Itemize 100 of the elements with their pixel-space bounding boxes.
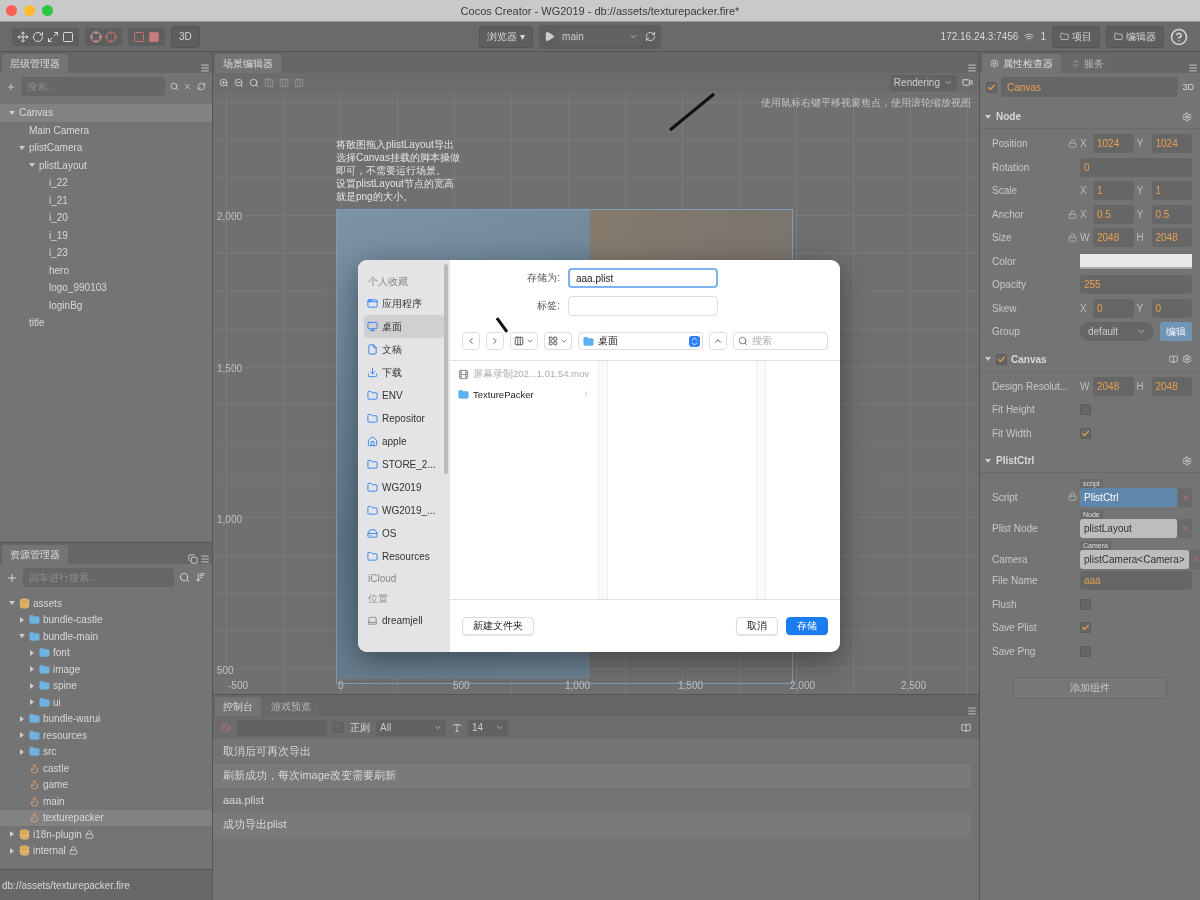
number-field[interactable]: 1 bbox=[1093, 181, 1134, 201]
input-field[interactable]: 255 bbox=[1080, 275, 1192, 295]
asset-item[interactable]: ui bbox=[0, 694, 212, 711]
checkbox[interactable] bbox=[1080, 404, 1091, 416]
sidebar-item[interactable]: ENV bbox=[364, 384, 444, 407]
sidebar-item[interactable]: 应用程序 bbox=[364, 292, 444, 315]
help-icon[interactable] bbox=[1170, 27, 1188, 46]
number-field[interactable]: 2048 bbox=[1093, 228, 1134, 248]
checkbox[interactable] bbox=[1080, 598, 1091, 610]
collapsed-arrow-icon[interactable] bbox=[18, 615, 26, 624]
asset-item[interactable]: i18n-plugin bbox=[0, 826, 212, 843]
preview-platform-button[interactable]: 浏览器 ▾ bbox=[479, 25, 534, 48]
sidebar-item[interactable]: Resources bbox=[364, 545, 444, 568]
number-field[interactable]: 2048 bbox=[1151, 228, 1192, 248]
node-name-field[interactable]: Canvas bbox=[1001, 77, 1179, 97]
clear-icon[interactable] bbox=[183, 81, 193, 92]
section-header[interactable]: Canvas bbox=[980, 347, 1200, 372]
tree-item[interactable]: hero bbox=[0, 261, 212, 279]
pivot-icon[interactable] bbox=[90, 30, 102, 43]
pivot-icon[interactable] bbox=[105, 30, 117, 43]
tags-field[interactable] bbox=[568, 296, 718, 316]
group-select[interactable]: default bbox=[1080, 322, 1154, 342]
tree-item[interactable]: logo_990103 bbox=[0, 279, 212, 297]
section-header[interactable]: Node bbox=[980, 105, 1200, 129]
clear-button[interactable] bbox=[1178, 519, 1192, 538]
checkbox[interactable] bbox=[1080, 645, 1091, 657]
panel-tab[interactable]: 控制台 bbox=[215, 697, 261, 716]
rect-tool-icon[interactable] bbox=[62, 30, 74, 43]
tree-item[interactable]: i_19 bbox=[0, 226, 212, 244]
sidebar-item[interactable]: OS bbox=[364, 522, 444, 545]
font-size-select[interactable]: 14 bbox=[468, 719, 508, 736]
docs-icon[interactable] bbox=[1169, 354, 1178, 364]
panel-tab[interactable]: 场景编辑器 bbox=[215, 54, 281, 73]
forward-button[interactable] bbox=[486, 332, 504, 350]
edit-button[interactable]: 编辑 bbox=[1160, 322, 1192, 342]
asset-item[interactable]: resources bbox=[0, 727, 212, 744]
up-button[interactable] bbox=[709, 332, 728, 350]
panel-tab[interactable]: 资源管理器 bbox=[2, 545, 68, 564]
cancel-button[interactable]: 取消 bbox=[736, 617, 778, 635]
tree-item[interactable]: i_23 bbox=[0, 244, 212, 262]
copy-icon[interactable] bbox=[188, 554, 198, 564]
tree-item[interactable]: i_21 bbox=[0, 191, 212, 209]
collapsed-arrow-icon[interactable] bbox=[28, 681, 36, 690]
menu-icon[interactable] bbox=[200, 63, 210, 73]
checkbox[interactable] bbox=[996, 353, 1007, 365]
sidebar-item[interactable]: 文稿 bbox=[364, 338, 444, 361]
number-field[interactable]: 2048 bbox=[1093, 376, 1134, 396]
checkbox[interactable] bbox=[1080, 427, 1091, 439]
sidebar-item[interactable]: 下载 bbox=[364, 361, 444, 384]
clear-button[interactable] bbox=[1178, 488, 1192, 507]
reference-field[interactable]: plistLayout bbox=[1080, 519, 1177, 538]
tree-item[interactable]: plistCamera bbox=[0, 139, 212, 157]
settings-icon[interactable] bbox=[1182, 111, 1192, 122]
back-button[interactable] bbox=[462, 332, 480, 350]
collapsed-arrow-icon[interactable] bbox=[18, 747, 26, 756]
number-field[interactable]: 1024 bbox=[1093, 134, 1134, 154]
expanded-arrow-icon[interactable] bbox=[8, 108, 16, 117]
collapsed-arrow-icon[interactable] bbox=[18, 714, 26, 723]
checkbox[interactable] bbox=[1080, 622, 1091, 634]
add-component-button[interactable]: 添加组件 bbox=[1013, 677, 1167, 699]
tree-item[interactable]: loginBg bbox=[0, 296, 212, 314]
asset-item[interactable]: castle bbox=[0, 760, 212, 777]
number-field[interactable]: 0.5 bbox=[1151, 204, 1192, 224]
global-space-icon[interactable] bbox=[148, 30, 160, 43]
camera-icon[interactable] bbox=[962, 77, 973, 88]
asset-item[interactable]: src bbox=[0, 743, 212, 760]
tree-item[interactable]: title bbox=[0, 314, 212, 332]
asset-item[interactable]: font bbox=[0, 644, 212, 661]
search-field[interactable]: 搜索 bbox=[733, 332, 828, 350]
level-select[interactable]: All bbox=[376, 719, 446, 736]
refresh-button[interactable] bbox=[645, 31, 657, 42]
panel-tab[interactable]: 属性检查器 bbox=[982, 54, 1061, 73]
panel-tab[interactable]: 层级管理器 bbox=[2, 54, 68, 73]
asset-item[interactable]: bundle-warui bbox=[0, 710, 212, 727]
asset-item[interactable]: game bbox=[0, 776, 212, 793]
collapsed-arrow-icon[interactable] bbox=[28, 665, 36, 674]
sidebar-item[interactable]: Repositor bbox=[364, 407, 444, 430]
collapsed-arrow-icon[interactable] bbox=[18, 731, 26, 740]
settings-icon[interactable] bbox=[1182, 455, 1192, 466]
add-icon[interactable] bbox=[6, 571, 18, 584]
refresh-icon[interactable] bbox=[197, 81, 206, 92]
sidebar-item[interactable]: apple bbox=[364, 430, 444, 453]
number-field[interactable]: 2048 bbox=[1151, 376, 1192, 396]
number-field[interactable]: 0 bbox=[1093, 298, 1134, 318]
reference-field[interactable]: PlistCtrl bbox=[1080, 488, 1177, 507]
3d-mode-button[interactable]: 3D bbox=[171, 25, 200, 48]
clear-button[interactable] bbox=[1189, 550, 1200, 569]
close-button[interactable] bbox=[6, 5, 17, 16]
sidebar-item[interactable]: WG2019 bbox=[364, 476, 444, 499]
collapsed-arrow-icon[interactable] bbox=[8, 846, 16, 855]
editor-button[interactable]: 编辑器 bbox=[1106, 25, 1164, 48]
menu-icon[interactable] bbox=[200, 554, 210, 564]
expanded-arrow-icon[interactable] bbox=[18, 143, 26, 152]
local-space-icon[interactable] bbox=[133, 30, 145, 43]
tree-item[interactable]: Canvas bbox=[0, 104, 212, 122]
input-field[interactable]: aaa bbox=[1080, 571, 1192, 591]
align-icon[interactable] bbox=[294, 77, 304, 88]
asset-item[interactable]: bundle-main bbox=[0, 628, 212, 645]
asset-item[interactable]: main bbox=[0, 793, 212, 810]
sort-icon[interactable] bbox=[195, 572, 206, 583]
